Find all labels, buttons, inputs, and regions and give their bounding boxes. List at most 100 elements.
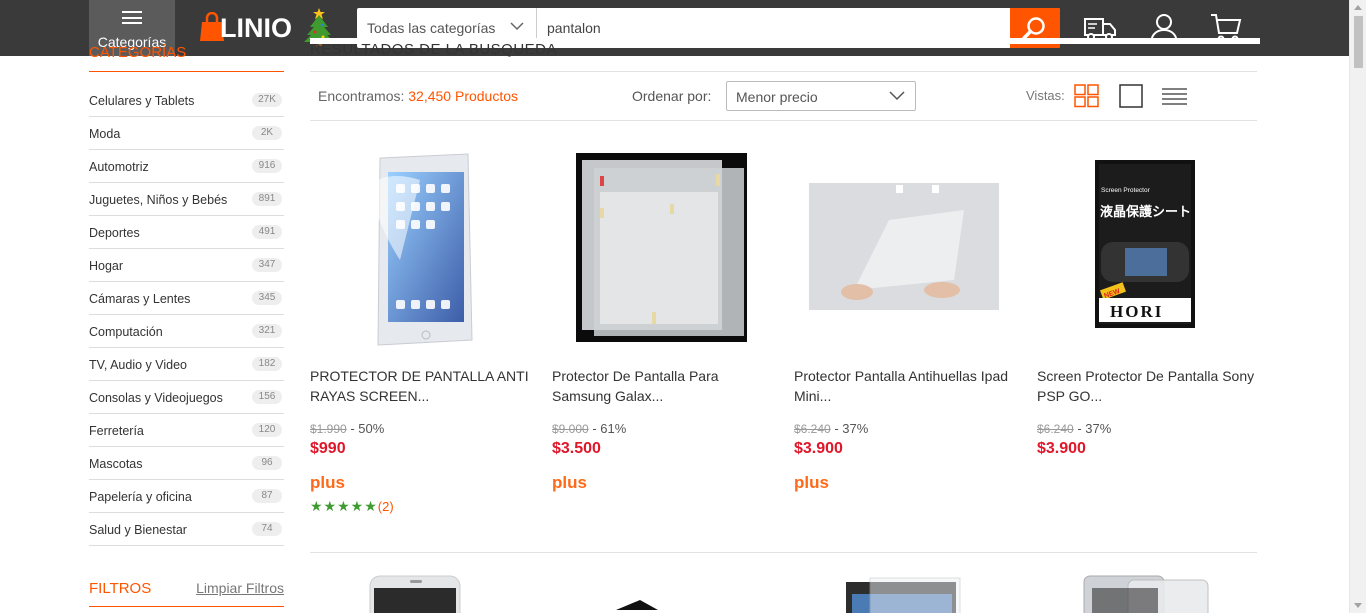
discount-percent: - 37% (834, 421, 869, 436)
packaging-brand-text: HORI (1110, 302, 1163, 321)
product-image-partial[interactable] (610, 574, 670, 613)
categories-heading-text: CATEGORÍAS (89, 44, 187, 61)
sort-dropdown[interactable]: Menor precio (726, 81, 916, 111)
product-old-price-row: $6.240 - 37% (1037, 421, 1111, 436)
product-title-line: Samsung Galax... (552, 388, 664, 404)
product-card[interactable]: Protector De Pantalla Para Samsung Galax… (552, 140, 776, 520)
discount-percent: - 37% (1077, 421, 1112, 436)
category-count-badge: 74 (252, 522, 282, 536)
page: { "header": { "categories_button": "Cate… (0, 0, 1366, 613)
category-item[interactable]: Juguetes, Niños y Bebés 891 (89, 183, 284, 216)
product-card[interactable]: Screen Protector 液晶保護シート NEW HORI Screen… (1037, 140, 1261, 520)
category-item[interactable]: TV, Audio y Video 182 (89, 348, 284, 381)
product-title-line: RAYAS SCREEN... (310, 388, 430, 404)
product-image-partial[interactable] (1078, 574, 1213, 613)
grid-view-icon[interactable] (1074, 84, 1100, 108)
product-title-line: Protector De Pantalla Para (552, 368, 719, 384)
category-count-badge: 916 (252, 159, 282, 173)
product-image-ipad-mini-protector[interactable] (794, 140, 1018, 352)
old-price: $1.990 (310, 422, 347, 436)
product-old-price-row: $6.240 - 37% (794, 421, 868, 436)
rating-count: (2) (377, 499, 394, 514)
single-view-icon[interactable] (1119, 84, 1145, 108)
category-count-badge: 2K (252, 126, 282, 140)
scroll-up-arrow-icon[interactable] (1354, 5, 1362, 10)
product-title[interactable]: Screen Protector De Pantalla Sony PSP GO… (1037, 366, 1261, 406)
product-image-partial[interactable] (840, 574, 965, 613)
product-card[interactable]: Protector Pantalla Antihuellas Ipad Mini… (794, 140, 1018, 520)
scroll-down-arrow-icon[interactable] (1354, 603, 1362, 608)
discount-percent: - 61% (592, 421, 627, 436)
product-image-hori-psp-protector[interactable]: Screen Protector 液晶保護シート NEW HORI (1037, 140, 1261, 352)
packaging-japanese-text: 液晶保護シート (1100, 204, 1191, 220)
category-name: Juguetes, Niños y Bebés (89, 193, 228, 207)
divider (89, 71, 284, 72)
divider (310, 120, 1257, 121)
discount-percent: - 50% (350, 421, 385, 436)
linio-logo[interactable]: LINIO (198, 10, 292, 44)
old-price: $9.000 (552, 422, 589, 436)
category-count-badge: 347 (252, 258, 282, 272)
category-item[interactable]: Salud y Bienestar 74 (89, 513, 284, 546)
product-price: $990 (310, 440, 346, 457)
plus-badge: plus (794, 473, 829, 492)
product-image-ipad-screen-protector[interactable] (310, 140, 534, 352)
clear-filters-link[interactable]: Limpiar Filtros (196, 580, 284, 596)
rating-stars: ★★★★★(2) (310, 498, 394, 515)
category-name: Papelería y oficina (89, 490, 192, 504)
product-title[interactable]: Protector De Pantalla Para Samsung Galax… (552, 366, 776, 406)
category-item[interactable]: Automotriz 916 (89, 150, 284, 183)
category-list: Celulares y Tablets 27K Moda 2K Automotriz… (89, 84, 284, 546)
product-image-partial[interactable] (360, 574, 470, 613)
category-item[interactable]: Hogar 347 (89, 249, 284, 282)
category-name: Deportes (89, 226, 140, 240)
category-count-badge: 891 (252, 192, 282, 206)
star-icon: ★★★★★ (310, 498, 378, 514)
filters-heading-text: FILTROS (89, 580, 152, 597)
views-label: Vistas: (1026, 88, 1065, 103)
categories-heading: CATEGORÍAS (89, 42, 284, 72)
product-title-line: Mini... (794, 388, 832, 404)
product-old-price-row: $1.990 - 50% (310, 421, 384, 436)
search-icon (1022, 17, 1045, 40)
product-title-line: Screen Protector De Pantalla Sony (1037, 368, 1255, 384)
category-item[interactable]: Celulares y Tablets 27K (89, 84, 284, 117)
category-count-badge: 120 (252, 423, 282, 437)
results-heading: RESULTADOS DE LA BÚSQUEDA (310, 38, 1260, 58)
category-item[interactable]: Papelería y oficina 87 (89, 480, 284, 513)
category-item[interactable]: Consolas y Videojuegos 156 (89, 381, 284, 414)
product-card[interactable]: PROTECTOR DE PANTALLA ANTI RAYAS SCREEN.… (310, 140, 534, 520)
category-item[interactable]: Computación 321 (89, 315, 284, 348)
category-count-badge: 96 (252, 456, 282, 470)
category-count-badge: 345 (252, 291, 282, 305)
list-view-icon[interactable] (1162, 84, 1188, 108)
category-name: Mascotas (89, 457, 143, 471)
category-name: Salud y Bienestar (89, 523, 187, 537)
category-item[interactable]: Moda 2K (89, 117, 284, 150)
category-count-badge: 491 (252, 225, 282, 239)
product-image-samsung-screen-protector[interactable] (552, 140, 776, 352)
category-item[interactable]: Mascotas 96 (89, 447, 284, 480)
chevron-down-icon (510, 22, 524, 31)
category-count-badge: 321 (252, 324, 282, 338)
plus-badge: plus (552, 473, 587, 492)
hamburger-icon (122, 11, 142, 24)
sort-label: Ordenar por: (632, 88, 712, 104)
vertical-scrollbar[interactable] (1349, 0, 1366, 613)
logo-text: LINIO (220, 13, 292, 43)
product-price: $3.900 (794, 440, 843, 457)
category-item[interactable]: Cámaras y Lentes 345 (89, 282, 284, 315)
category-name: Ferretería (89, 424, 144, 438)
divider (310, 552, 1257, 553)
filters-heading: FILTROS Limpiar Filtros (89, 578, 284, 608)
scrollbar-thumb[interactable] (1354, 16, 1363, 68)
product-title[interactable]: Protector Pantalla Antihuellas Ipad Mini… (794, 366, 1018, 406)
category-item[interactable]: Ferretería 120 (89, 414, 284, 447)
category-item[interactable]: Deportes 491 (89, 216, 284, 249)
product-old-price-row: $9.000 - 61% (552, 421, 626, 436)
product-title-line: PROTECTOR DE PANTALLA ANTI (310, 368, 529, 384)
product-title-line: Protector Pantalla Antihuellas Ipad (794, 368, 1009, 384)
product-title[interactable]: PROTECTOR DE PANTALLA ANTI RAYAS SCREEN.… (310, 366, 534, 406)
category-count-badge: 87 (252, 489, 282, 503)
category-name: Hogar (89, 259, 124, 273)
